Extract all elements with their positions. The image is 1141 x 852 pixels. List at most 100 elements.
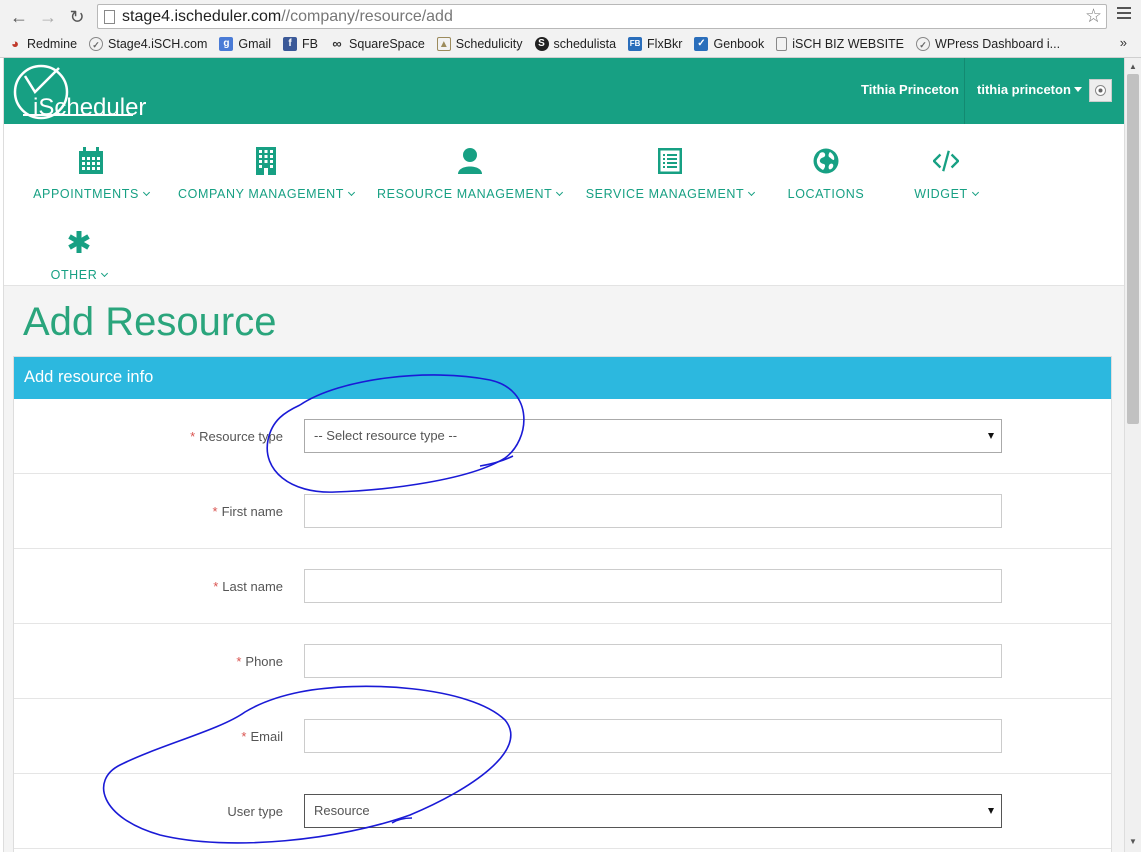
bookmark-redmine[interactable]: ◕ Redmine bbox=[8, 35, 77, 53]
main-navigation: APPOINTMENTS COMPANY MANAGEMENT RESOURCE… bbox=[4, 124, 1124, 286]
page-icon bbox=[776, 37, 788, 51]
phone-row: * Phone bbox=[14, 624, 1111, 699]
chevron-down-icon bbox=[101, 269, 109, 278]
nav-label: OTHER bbox=[34, 268, 124, 282]
ischeduler-logo[interactable]: iScheduler bbox=[9, 62, 146, 121]
chevron-down-icon bbox=[556, 188, 564, 197]
user-type-label: User type bbox=[227, 804, 283, 819]
nav-widget[interactable]: WIDGET bbox=[901, 132, 991, 202]
nav-resource-management[interactable]: RESOURCE MANAGEMENT bbox=[377, 132, 564, 202]
user-display-name[interactable]: Tithia Princeton bbox=[861, 82, 959, 97]
user-type-row: User type Resource bbox=[14, 774, 1111, 849]
user-type-select[interactable]: Resource bbox=[304, 794, 1002, 828]
email-field[interactable] bbox=[304, 719, 1002, 753]
google-icon: g bbox=[219, 37, 234, 51]
first-name-row: * First name bbox=[14, 474, 1111, 549]
nav-company-management[interactable]: COMPANY MANAGEMENT bbox=[176, 132, 356, 202]
add-resource-panel: Add resource info * Resource type -- Sele… bbox=[13, 356, 1112, 852]
reload-icon[interactable]: ↻ bbox=[66, 6, 88, 28]
header-divider bbox=[964, 58, 965, 124]
first-name-label: * First name bbox=[212, 504, 283, 519]
user-icon bbox=[457, 148, 482, 174]
nav-locations[interactable]: LOCATIONS bbox=[776, 132, 876, 202]
bookmark-isch-biz[interactable]: iSCH BIZ WEBSITE bbox=[776, 35, 904, 53]
bookmark-label: Redmine bbox=[27, 37, 78, 51]
list-icon bbox=[658, 148, 682, 174]
nav-label: LOCATIONS bbox=[787, 187, 865, 201]
url-host: stage4.ischeduler.com bbox=[122, 8, 282, 25]
clock-icon: ✓ bbox=[916, 37, 931, 51]
bookmark-label: SquareSpace bbox=[349, 37, 425, 51]
url-path: //company/resource/add bbox=[281, 8, 453, 25]
user-menu-label: tithia princeton bbox=[977, 82, 1071, 97]
chevron-down-icon bbox=[971, 188, 979, 197]
bookmark-star-icon[interactable]: ☆ bbox=[1085, 5, 1102, 28]
bookmark-squarespace[interactable]: ∞ SquareSpace bbox=[330, 35, 425, 53]
web-page: iScheduler Tithia Princeton tithia princ… bbox=[3, 58, 1124, 852]
nav-service-management[interactable]: SERVICE MANAGEMENT bbox=[585, 132, 756, 202]
avatar-image-icon bbox=[1095, 85, 1106, 96]
logo-text: iScheduler bbox=[33, 94, 147, 121]
last-name-row: * Last name bbox=[14, 549, 1111, 624]
scroll-down-icon[interactable]: ▼ bbox=[1129, 837, 1137, 846]
email-row: * Email bbox=[14, 699, 1111, 774]
nav-label: RESOURCE MANAGEMENT bbox=[377, 187, 564, 201]
bookmark-fb[interactable]: f FB bbox=[283, 35, 318, 53]
bookmark-label: schedulista bbox=[553, 37, 617, 51]
nav-appointments[interactable]: APPOINTMENTS bbox=[26, 132, 156, 202]
address-bar[interactable]: stage4.ischeduler.com//company/resource/… bbox=[97, 4, 1107, 29]
nav-label: APPOINTMENTS bbox=[26, 187, 156, 201]
code-icon bbox=[933, 150, 959, 172]
back-arrow-icon[interactable]: ← bbox=[8, 6, 30, 28]
clock-icon: ✓ bbox=[89, 37, 104, 51]
chevron-down-icon bbox=[347, 188, 355, 197]
bookmark-gmail[interactable]: g Gmail bbox=[219, 35, 271, 53]
bookmarks-overflow-button[interactable]: » bbox=[1120, 35, 1127, 50]
caret-down-icon bbox=[1073, 87, 1082, 92]
user-menu-dropdown[interactable]: tithia princeton bbox=[977, 82, 1082, 97]
bookmark-label: Gmail bbox=[238, 37, 272, 51]
building-icon bbox=[256, 147, 276, 175]
phone-field[interactable] bbox=[304, 644, 1002, 678]
globe-icon bbox=[813, 148, 839, 174]
resource-type-select[interactable]: -- Select resource type -- bbox=[304, 419, 1002, 453]
bookmark-label: Schedulicity bbox=[455, 37, 523, 51]
nav-label: COMPANY MANAGEMENT bbox=[176, 187, 356, 201]
scroll-thumb[interactable] bbox=[1127, 74, 1139, 424]
top-header: iScheduler Tithia Princeton tithia princ… bbox=[4, 58, 1124, 124]
chevron-down-icon bbox=[142, 188, 150, 197]
select-arrow-icon bbox=[988, 433, 994, 439]
bookmark-label: iSCH BIZ WEBSITE bbox=[792, 37, 905, 51]
nav-other[interactable]: OTHER bbox=[34, 213, 124, 283]
forward-arrow-icon[interactable]: → bbox=[37, 6, 59, 28]
squarespace-icon: ∞ bbox=[332, 36, 342, 51]
url-text[interactable]: stage4.ischeduler.com//company/resource/… bbox=[122, 8, 453, 26]
bookmark-label: Genbook bbox=[713, 37, 765, 51]
bookmark-schedulicity[interactable]: ▲ Schedulicity bbox=[436, 35, 523, 53]
bookmark-wpress[interactable]: ✓ WPress Dashboard i... bbox=[916, 35, 1060, 53]
avatar[interactable] bbox=[1089, 79, 1112, 102]
bookmark-label: Stage4.iSCH.com bbox=[108, 37, 208, 51]
schedulista-icon: S bbox=[534, 37, 549, 51]
page-scrollbar[interactable]: ▲ ▼ bbox=[1124, 58, 1141, 852]
bookmark-label: FB bbox=[302, 37, 319, 51]
facebook-icon: f bbox=[283, 37, 298, 51]
bookmark-label: WPress Dashboard i... bbox=[935, 37, 1061, 51]
bookmark-stage4[interactable]: ✓ Stage4.iSCH.com bbox=[89, 35, 207, 53]
scroll-up-icon[interactable]: ▲ bbox=[1129, 62, 1137, 71]
bookmark-schedulista[interactable]: Sschedulista bbox=[534, 35, 617, 53]
redmine-icon: ◕ bbox=[11, 36, 19, 51]
browser-menu-icon[interactable] bbox=[1117, 7, 1131, 21]
flxbkr-icon: FB bbox=[628, 37, 643, 51]
bookmark-genbook[interactable]: ✓ Genbook bbox=[694, 35, 764, 53]
bookmark-flxbkr[interactable]: FB FlxBkr bbox=[628, 35, 682, 53]
schedulicity-icon: ▲ bbox=[436, 37, 451, 51]
bookmark-label: FlxBkr bbox=[647, 37, 683, 51]
last-name-field[interactable] bbox=[304, 569, 1002, 603]
email-label: * Email bbox=[241, 729, 283, 744]
nav-label: WIDGET bbox=[901, 187, 991, 201]
genbook-icon: ✓ bbox=[694, 37, 709, 51]
last-name-label: * Last name bbox=[213, 579, 283, 594]
select-arrow-icon bbox=[988, 808, 994, 814]
first-name-field[interactable] bbox=[304, 494, 1002, 528]
